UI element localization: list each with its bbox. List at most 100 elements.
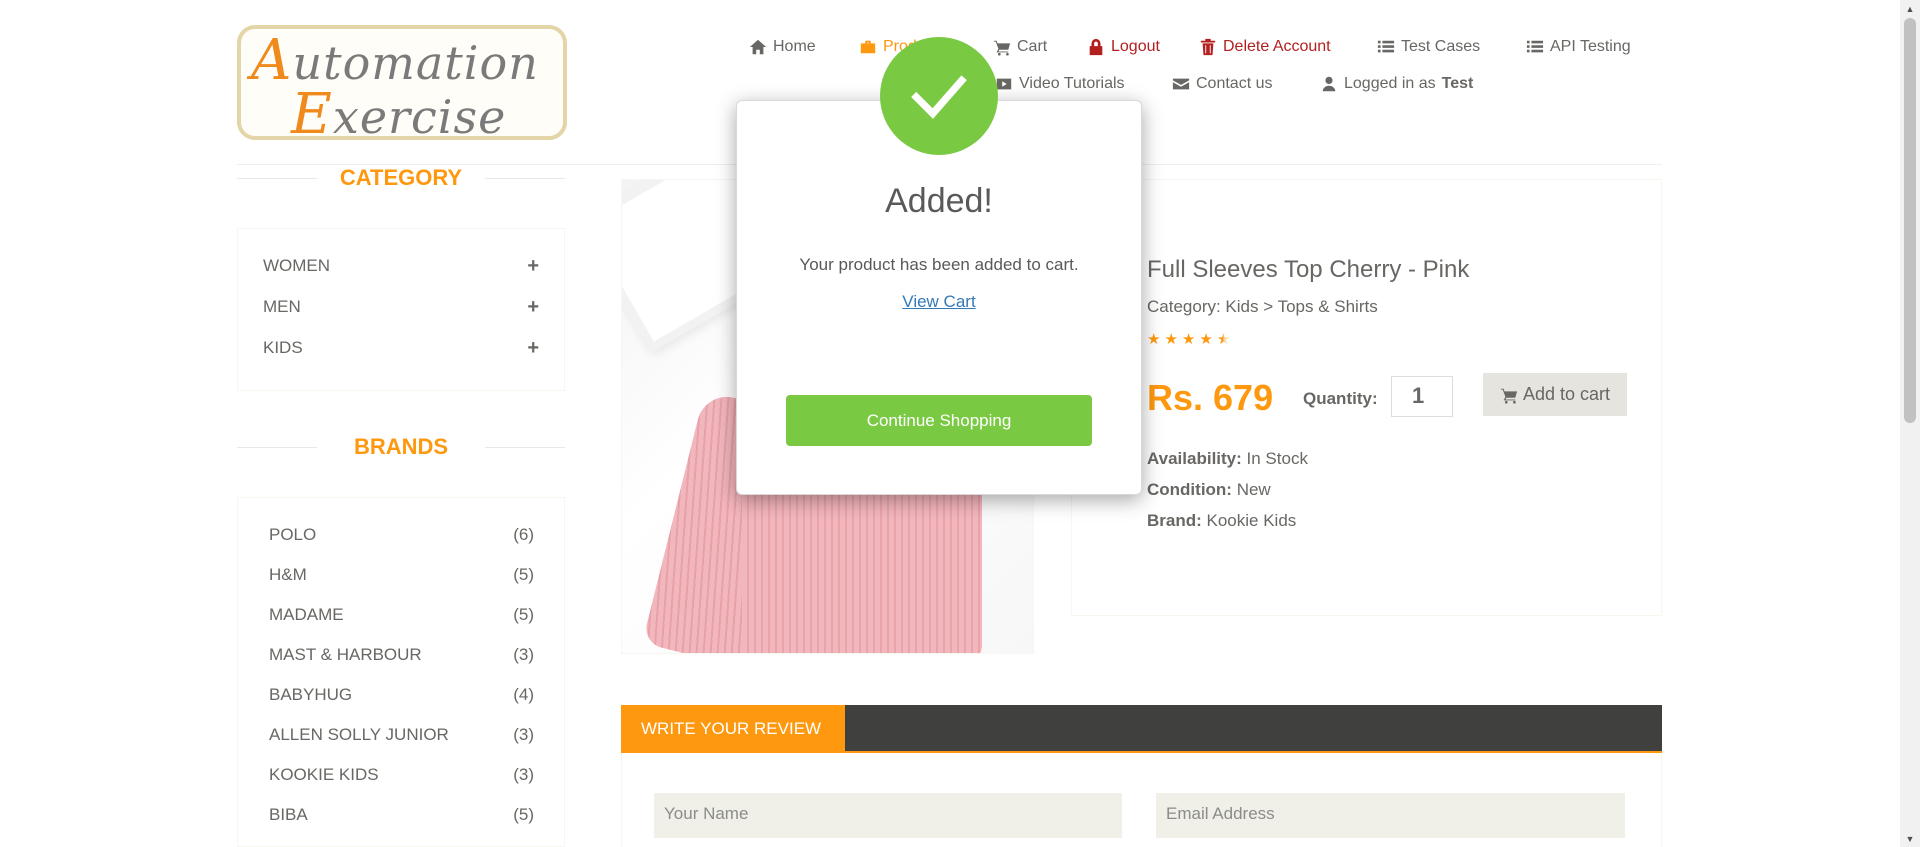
- star-icon: ★: [1181, 331, 1196, 348]
- brand-count: (5): [513, 605, 534, 624]
- nav-logout-label: Logout: [1111, 38, 1160, 55]
- brand-item[interactable]: POLO (6): [269, 522, 534, 548]
- site-logo[interactable]: Automation Exercise: [237, 25, 567, 143]
- logged-in-username: Test: [1441, 75, 1474, 92]
- category-panel: WOMEN + MEN + KIDS +: [237, 228, 565, 391]
- product-price: Rs. 679: [1147, 377, 1274, 418]
- brand-count: (5): [513, 565, 534, 584]
- scroll-down-arrow-icon[interactable]: ▼: [1900, 830, 1920, 847]
- brand-name: H&M: [269, 565, 307, 584]
- trash-icon: [1200, 38, 1216, 56]
- nav-video-tutorials-label: Video Tutorials: [1019, 75, 1125, 92]
- nav-delete-account[interactable]: Delete Account: [1199, 38, 1331, 56]
- review-name-input[interactable]: Your Name: [654, 793, 1122, 838]
- condition-label: Condition:: [1147, 480, 1232, 499]
- tab-write-review[interactable]: WRITE YOUR REVIEW: [621, 705, 845, 753]
- brand-name: BABYHUG: [269, 685, 353, 704]
- product-rating: ★ ★ ★ ★ ★: [1147, 330, 1230, 348]
- category-item-men[interactable]: MEN +: [263, 294, 539, 320]
- brand-item[interactable]: BIBA (5): [269, 802, 534, 828]
- nav-contact-us[interactable]: Contact us: [1172, 75, 1272, 93]
- nav-test-cases-label: Test Cases: [1401, 38, 1481, 55]
- brand-count: (3): [513, 645, 534, 664]
- nav-api-testing[interactable]: API Testing: [1526, 38, 1631, 56]
- nav-api-testing-label: API Testing: [1550, 38, 1631, 55]
- brand-name: POLO: [269, 525, 317, 544]
- brand-item[interactable]: BABYHUG (4): [269, 682, 534, 708]
- star-icon: ★: [1164, 331, 1178, 348]
- nav-test-cases[interactable]: Test Cases: [1377, 38, 1480, 56]
- scrollbar-thumb[interactable]: [1904, 18, 1916, 423]
- logo-line1: Automation: [251, 28, 539, 93]
- page-scrollbar[interactable]: ▲ ▼: [1900, 0, 1920, 847]
- nav-cart[interactable]: Cart: [993, 38, 1047, 56]
- brand-item[interactable]: MAST & HARBOUR (3): [269, 642, 534, 668]
- list-icon: [1526, 40, 1544, 53]
- nav-home[interactable]: Home: [749, 38, 816, 56]
- add-to-cart-button[interactable]: Add to cart: [1483, 373, 1627, 416]
- star-icon: ★: [1147, 331, 1161, 348]
- brand-name: BIBA: [269, 805, 308, 824]
- category-title: CATEGORY: [237, 165, 565, 191]
- nav-home-label: Home: [773, 38, 816, 55]
- logged-in-prefix: Logged in as: [1344, 75, 1436, 92]
- home-icon: [749, 39, 767, 55]
- list-icon: [1377, 40, 1395, 53]
- quantity-input[interactable]: 1: [1391, 376, 1453, 417]
- brand-count: (5): [513, 805, 534, 824]
- brand-item[interactable]: H&M (5): [269, 562, 534, 588]
- view-cart-link[interactable]: View Cart: [736, 292, 1142, 312]
- lock-icon: [1089, 38, 1103, 56]
- brand-item[interactable]: ALLEN SOLLY JUNIOR (3): [269, 722, 534, 748]
- continue-shopping-button[interactable]: Continue Shopping: [786, 395, 1092, 446]
- review-email-input[interactable]: Email Address: [1156, 793, 1625, 838]
- product-category: Category: Kids > Tops & Shirts: [1147, 297, 1378, 316]
- briefcase-icon: [860, 40, 876, 54]
- category-label: KIDS: [263, 338, 303, 357]
- brand-value: Kookie Kids: [1206, 511, 1297, 530]
- user-icon: [1322, 76, 1336, 92]
- quantity-label: Quantity:: [1303, 389, 1378, 408]
- availability-value: In Stock: [1246, 449, 1308, 468]
- logo-line2-rest: xercise: [332, 90, 507, 144]
- brands-panel: POLO (6) H&M (5) MADAME (5) MAST & HARBOUR (…: [237, 497, 565, 847]
- brand-name: KOOKIE KIDS: [269, 765, 379, 784]
- nav-video-tutorials[interactable]: Video Tutorials: [995, 75, 1125, 93]
- category-item-kids[interactable]: KIDS +: [263, 335, 539, 361]
- nav-delete-account-label: Delete Account: [1223, 38, 1331, 55]
- brand-label: Brand:: [1147, 511, 1202, 530]
- brands-title: BRANDS: [237, 434, 565, 460]
- category-label: MEN: [263, 297, 301, 316]
- brand-count: (6): [513, 525, 534, 544]
- star-half-icon: ★: [1216, 331, 1231, 348]
- brand-count: (3): [513, 725, 534, 744]
- nav-logged-in: Logged in as Test: [1320, 75, 1473, 93]
- category-label: WOMEN: [263, 256, 331, 275]
- brand-item[interactable]: KOOKIE KIDS (3): [269, 762, 534, 788]
- category-item-women[interactable]: WOMEN +: [263, 253, 539, 279]
- modal-message: Your product has been added to cart.: [799, 255, 1079, 274]
- envelope-icon: [1172, 78, 1190, 90]
- success-check-icon: [880, 37, 998, 155]
- nav-logout[interactable]: Logout: [1087, 38, 1160, 56]
- brand-item[interactable]: MADAME (5): [269, 602, 534, 628]
- nav-contact-us-label: Contact us: [1196, 75, 1273, 92]
- star-icon: ★: [1199, 331, 1213, 348]
- brand-name: MADAME: [269, 605, 344, 624]
- nav-cart-label: Cart: [1017, 38, 1048, 55]
- condition-value: New: [1236, 480, 1271, 499]
- plus-icon[interactable]: +: [527, 337, 539, 360]
- brand-count: (4): [513, 685, 534, 704]
- cart-icon: [993, 40, 1011, 56]
- add-to-cart-label: Add to cart: [1522, 384, 1611, 404]
- modal-title: Added!: [885, 182, 993, 220]
- brand-name: MAST & HARBOUR: [269, 645, 422, 664]
- product-brand: Brand: Kookie Kids: [1147, 511, 1296, 531]
- product-name: Full Sleeves Top Cherry - Pink: [1147, 256, 1470, 283]
- brand-name: ALLEN SOLLY JUNIOR: [269, 725, 449, 744]
- scroll-up-arrow-icon[interactable]: ▲: [1900, 0, 1920, 17]
- plus-icon[interactable]: +: [527, 255, 539, 278]
- availability-label: Availability:: [1147, 449, 1242, 468]
- plus-icon[interactable]: +: [527, 296, 539, 319]
- product-availability: Availability: In Stock: [1147, 449, 1308, 469]
